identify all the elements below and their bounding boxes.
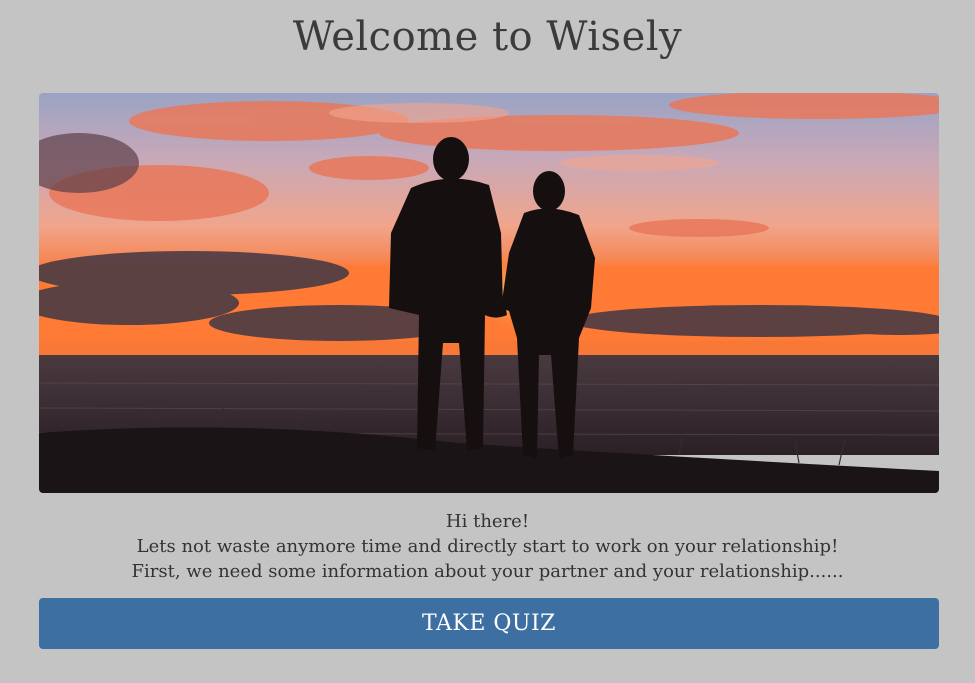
- info-text: First, we need some information about yo…: [131, 561, 844, 582]
- take-quiz-button[interactable]: TAKE QUIZ: [39, 598, 939, 649]
- greeting-text: Hi there!: [445, 511, 530, 532]
- page-title: Welcome to Wisely: [292, 14, 683, 60]
- welcome-message: Hi there! Lets not waste anymore time an…: [0, 509, 975, 584]
- intro-text: Lets not waste anymore time and directly…: [136, 536, 839, 557]
- hero-image: [39, 93, 939, 493]
